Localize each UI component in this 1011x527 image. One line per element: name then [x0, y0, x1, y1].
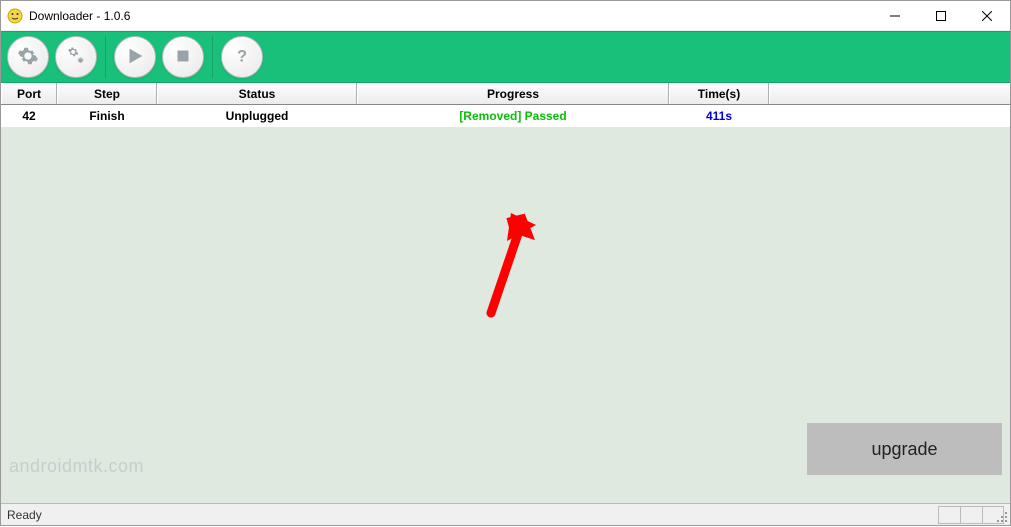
header-step[interactable]: Step — [57, 83, 157, 104]
stop-button[interactable] — [162, 36, 204, 78]
toolbar: ? — [1, 31, 1010, 83]
header-status[interactable]: Status — [157, 83, 357, 104]
watermark: androidmtk.com — [9, 456, 144, 477]
statusbar-panel — [938, 506, 960, 524]
window-controls — [872, 1, 1010, 30]
cell-time: 411s — [669, 105, 769, 127]
statusbar-text: Ready — [7, 508, 42, 522]
header-rest — [769, 83, 1010, 104]
table-header: Port Step Status Progress Time(s) — [1, 83, 1010, 105]
cell-step: Finish — [57, 105, 157, 127]
cell-status: Unplugged — [157, 105, 357, 127]
gears-icon — [65, 45, 87, 70]
titlebar: Downloader - 1.0.6 — [1, 1, 1010, 31]
header-time[interactable]: Time(s) — [669, 83, 769, 104]
settings2-button[interactable] — [55, 36, 97, 78]
maximize-button[interactable] — [918, 1, 964, 30]
settings-button[interactable] — [7, 36, 49, 78]
toolbar-separator — [212, 36, 213, 78]
window-title: Downloader - 1.0.6 — [29, 9, 872, 23]
table-row[interactable]: 42 Finish Unplugged [Removed] Passed 411… — [1, 105, 1010, 127]
cell-progress: [Removed] Passed — [357, 105, 669, 127]
minimize-button[interactable] — [872, 1, 918, 30]
play-icon — [124, 45, 146, 70]
table-container: Port Step Status Progress Time(s) 42 Fin… — [1, 83, 1010, 503]
statusbar-panel — [960, 506, 982, 524]
start-button[interactable] — [114, 36, 156, 78]
stop-icon — [172, 45, 194, 70]
close-button[interactable] — [964, 1, 1010, 30]
header-port[interactable]: Port — [1, 83, 57, 104]
upgrade-button[interactable]: upgrade — [807, 423, 1002, 475]
resize-grip[interactable] — [993, 508, 1009, 524]
statusbar: Ready — [1, 503, 1010, 525]
help-button[interactable]: ? — [221, 36, 263, 78]
help-icon: ? — [231, 45, 253, 70]
toolbar-separator — [105, 36, 106, 78]
svg-text:?: ? — [237, 47, 247, 65]
gear-icon — [17, 45, 39, 70]
header-progress[interactable]: Progress — [357, 83, 669, 104]
app-icon — [7, 8, 23, 24]
cell-port: 42 — [1, 105, 57, 127]
